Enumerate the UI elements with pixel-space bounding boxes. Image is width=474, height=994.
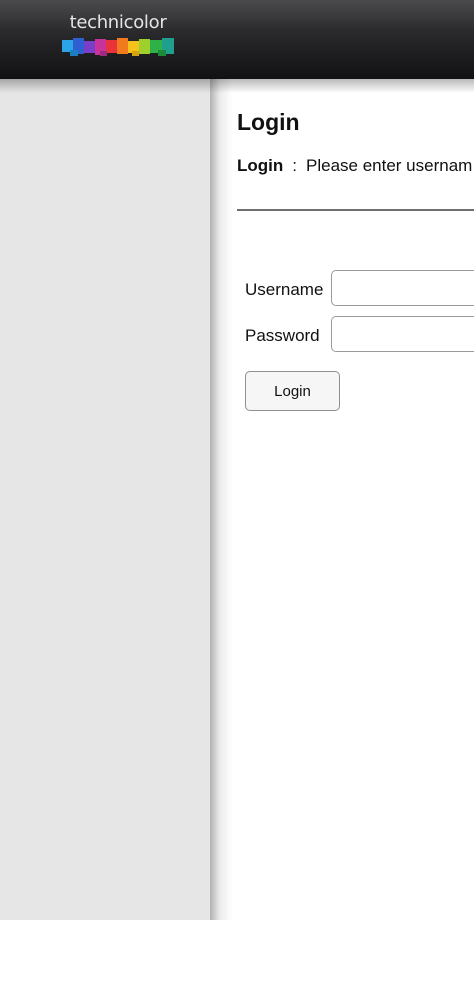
- instruction-separator: :: [292, 156, 297, 175]
- page-title: Login: [237, 109, 300, 135]
- password-input[interactable]: [331, 316, 474, 352]
- sidebar-shadow: [210, 79, 232, 920]
- main-content: Login Login: Please enter usernam Usernam…: [237, 79, 474, 920]
- top-header: technicolor: [0, 0, 474, 79]
- username-label: Username: [245, 280, 324, 299]
- sidebar: [0, 79, 210, 920]
- instruction-text: Please enter usernam: [306, 156, 473, 175]
- login-instruction: Login: Please enter usernam: [237, 156, 472, 176]
- password-label: Password: [245, 326, 320, 345]
- technicolor-color-bar-icon: [62, 38, 174, 56]
- header-shadow: [0, 79, 474, 93]
- logo-wordmark: technicolor: [69, 12, 167, 33]
- username-input[interactable]: [331, 270, 474, 306]
- section-divider: [237, 209, 474, 211]
- login-button[interactable]: Login: [245, 371, 340, 411]
- technicolor-logo[interactable]: technicolor: [60, 12, 176, 60]
- instruction-label: Login: [237, 156, 284, 175]
- router-login-page: technicolor Login Login: Please enter u…: [0, 0, 474, 994]
